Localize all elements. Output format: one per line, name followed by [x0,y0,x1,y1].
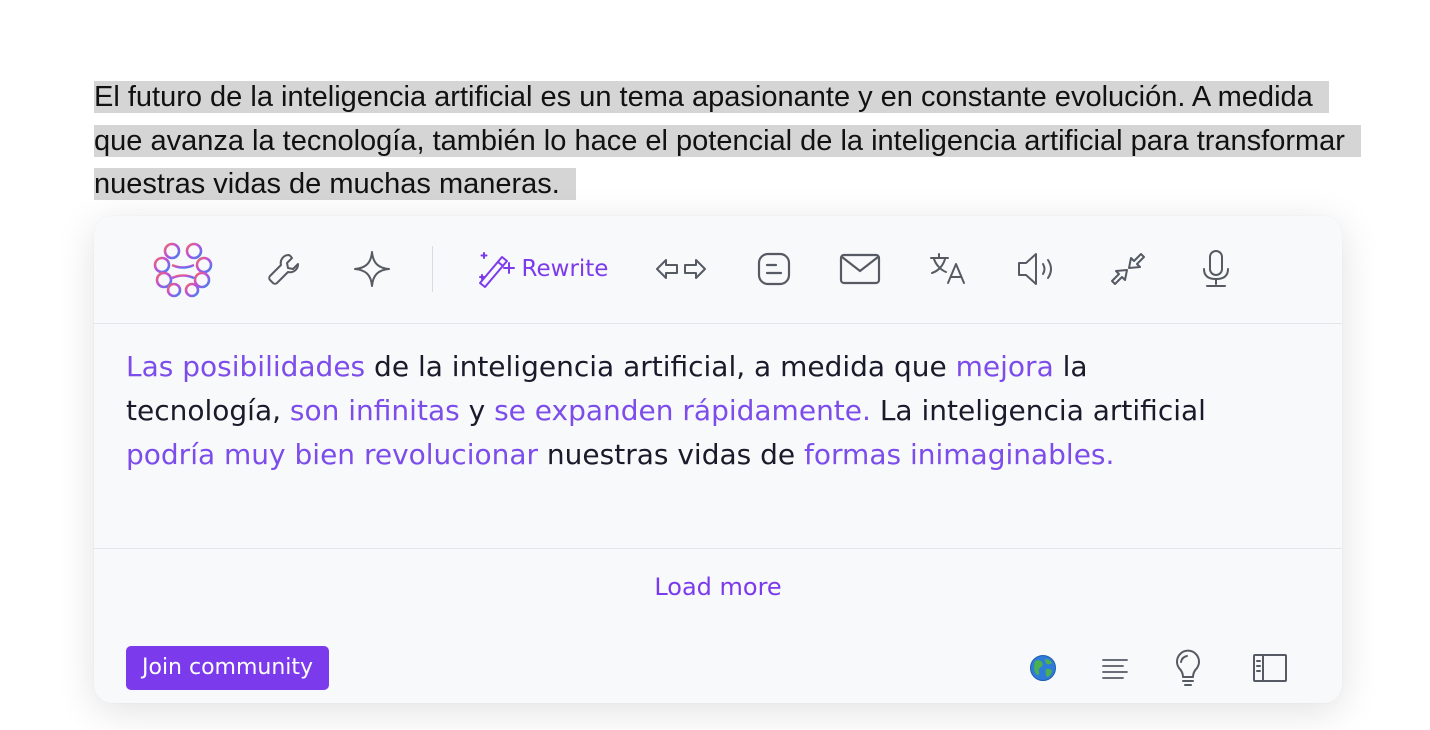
unchanged-phrase: La inteligencia artificial [870,394,1206,427]
globe-icon[interactable] [1026,649,1060,687]
selected-text-content: El futuro de la inteligencia artificial … [94,81,1361,200]
shrink-arrows-icon[interactable] [1106,242,1150,296]
magic-wand-icon [478,252,515,288]
toolbar-separator [432,246,433,292]
translate-icon[interactable] [926,242,970,296]
sidebar-panel-icon[interactable] [1250,649,1290,687]
assistant-toolbar: Rewrite [94,216,1342,324]
microphone-icon[interactable] [1194,242,1238,296]
rewrite-result-text: Las posibilidades de la inteligencia art… [126,345,1246,477]
wrench-icon[interactable] [262,242,306,296]
blogger-icon[interactable] [752,242,796,296]
join-community-button[interactable]: Join community [126,646,330,690]
load-more-button[interactable]: Load more [94,573,1342,601]
unchanged-phrase: de la inteligencia artificial, a medida … [365,350,956,383]
speaker-icon[interactable] [1014,242,1062,296]
selected-source-text: El futuro de la inteligencia artificial … [94,76,1361,207]
changed-phrase[interactable]: podría muy bien revolucionar [126,438,538,471]
mail-icon[interactable] [838,242,882,296]
changed-phrase[interactable]: mejora [956,350,1054,383]
rewrite-label: Rewrite [521,256,609,282]
ai-assistant-popup: Rewrite Las posibilidades de la intelige… [94,216,1342,703]
unchanged-phrase: nuestras vidas de [538,438,805,471]
brain-logo-icon[interactable] [148,242,222,298]
unchanged-phrase: y [459,394,495,427]
align-text-icon[interactable] [1098,649,1132,687]
sparkle-icon[interactable] [350,242,394,296]
lightbulb-icon[interactable] [1170,649,1206,687]
changed-phrase[interactable]: formas inimaginables. [804,438,1114,471]
changed-phrase[interactable]: son infinitas [290,394,460,427]
changed-phrase[interactable]: Las posibilidades [126,350,365,383]
changed-phrase[interactable]: se expanden rápidamente. [494,394,871,427]
arrows-left-right-icon[interactable] [652,242,710,296]
rewrite-button[interactable]: Rewrite [474,242,610,296]
result-divider [94,548,1342,549]
